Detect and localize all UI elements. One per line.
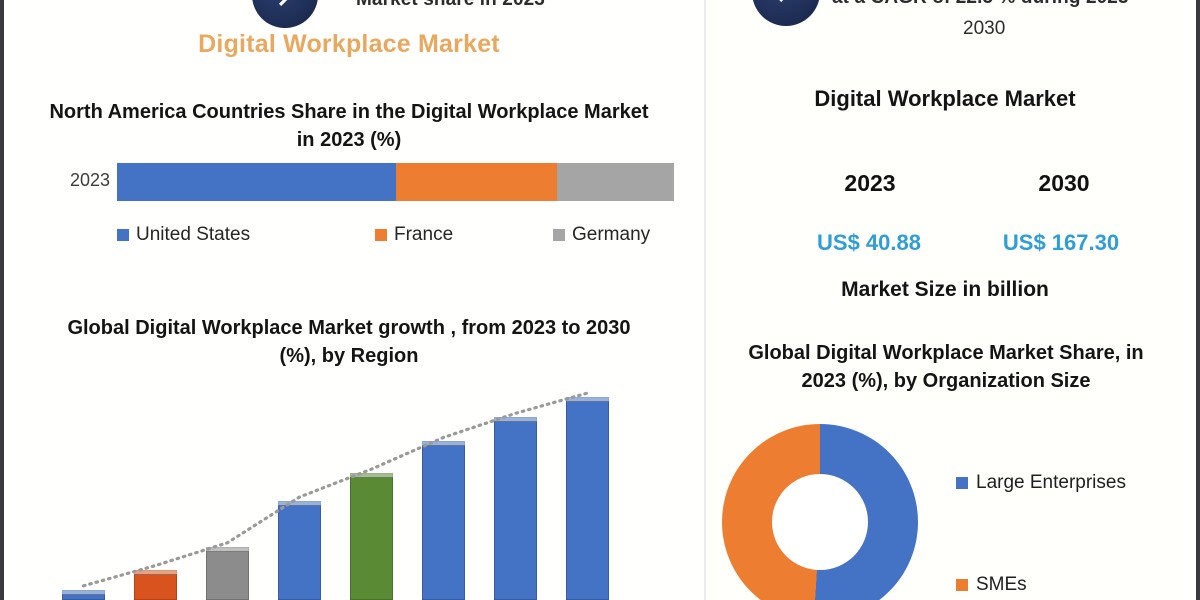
stacked-bar-category-label: 2023 xyxy=(69,170,110,190)
organization-share-title: Global Digital Workplace Market Share, i… xyxy=(748,342,1144,392)
legend-label: France xyxy=(394,224,454,245)
donut-legend-label: Large Enterprises xyxy=(976,472,1126,493)
header-cut-text-right: at a CAGR of 22.5 % during 2023 xyxy=(832,0,1129,9)
market-size-year-2030: 2030 xyxy=(1038,170,1090,196)
growth-bar xyxy=(494,417,537,600)
bar-cap xyxy=(62,589,105,595)
header-cut-text-right-line2: 2030 xyxy=(963,18,1006,39)
growth-chart-title: Global Digital Workplace Market growth ,… xyxy=(67,317,631,367)
legend-item: United States xyxy=(117,224,250,246)
growth-bar xyxy=(566,397,609,600)
legend-swatch-icon xyxy=(956,477,968,489)
north-america-stacked-bar-chart: 2023 xyxy=(4,163,694,201)
growth-bar xyxy=(422,441,465,600)
north-america-legend: United States France Germany xyxy=(117,224,677,250)
legend-swatch-icon xyxy=(117,229,129,241)
bar-cap xyxy=(134,569,177,575)
regional-growth-bar-chart xyxy=(50,378,670,600)
growth-arrow-right-icon: ↗ xyxy=(776,0,798,6)
stacked-bar-track xyxy=(117,163,674,201)
growth-bar xyxy=(206,546,249,600)
legend-item: Germany xyxy=(553,224,650,246)
bar-cap xyxy=(206,546,249,552)
brand-title: Digital Workplace Market xyxy=(198,30,500,58)
infographic-page: ↗ Market share in 2023 ↗ at a CAGR of 22… xyxy=(0,0,1200,600)
stacked-bar-segment xyxy=(557,163,674,201)
market-size-value-2030: US$ 167.30 xyxy=(1002,230,1120,255)
growth-bar xyxy=(278,501,321,600)
growth-bar xyxy=(350,473,393,600)
bar-cap xyxy=(350,473,393,479)
donut-hole xyxy=(772,474,868,570)
header-cut-text-left: Market share in 2023 xyxy=(356,0,545,11)
growth-arrow-left-icon: ↗ xyxy=(276,0,298,10)
legend-swatch-icon xyxy=(956,579,968,591)
market-size-title: Digital Workplace Market xyxy=(814,86,1076,111)
bar-cap xyxy=(566,397,609,403)
stacked-bar-segment xyxy=(117,163,396,201)
legend-swatch-icon xyxy=(375,229,387,241)
market-size-caption: Market Size in billion xyxy=(841,278,1049,301)
legend-label: Germany xyxy=(572,224,651,245)
stacked-bar-segment xyxy=(395,163,558,201)
bar-cap xyxy=(422,441,465,447)
legend-item: France xyxy=(375,224,453,246)
market-size-year-2023: 2023 xyxy=(844,170,896,196)
bar-cap xyxy=(278,501,321,507)
legend-label: United States xyxy=(136,224,251,245)
donut-legend-item: SMEs xyxy=(956,574,1027,596)
donut-legend-item: Large Enterprises xyxy=(956,472,1126,494)
bar-cap xyxy=(494,417,537,423)
legend-swatch-icon xyxy=(553,229,565,241)
north-america-chart-title: North America Countries Share in the Dig… xyxy=(49,101,649,151)
growth-bar xyxy=(62,589,105,600)
donut-legend-label: SMEs xyxy=(976,574,1027,595)
organization-share-donut-chart xyxy=(722,424,918,600)
market-size-value-2023: US$ 40.88 xyxy=(817,230,921,255)
growth-bar xyxy=(134,569,177,600)
